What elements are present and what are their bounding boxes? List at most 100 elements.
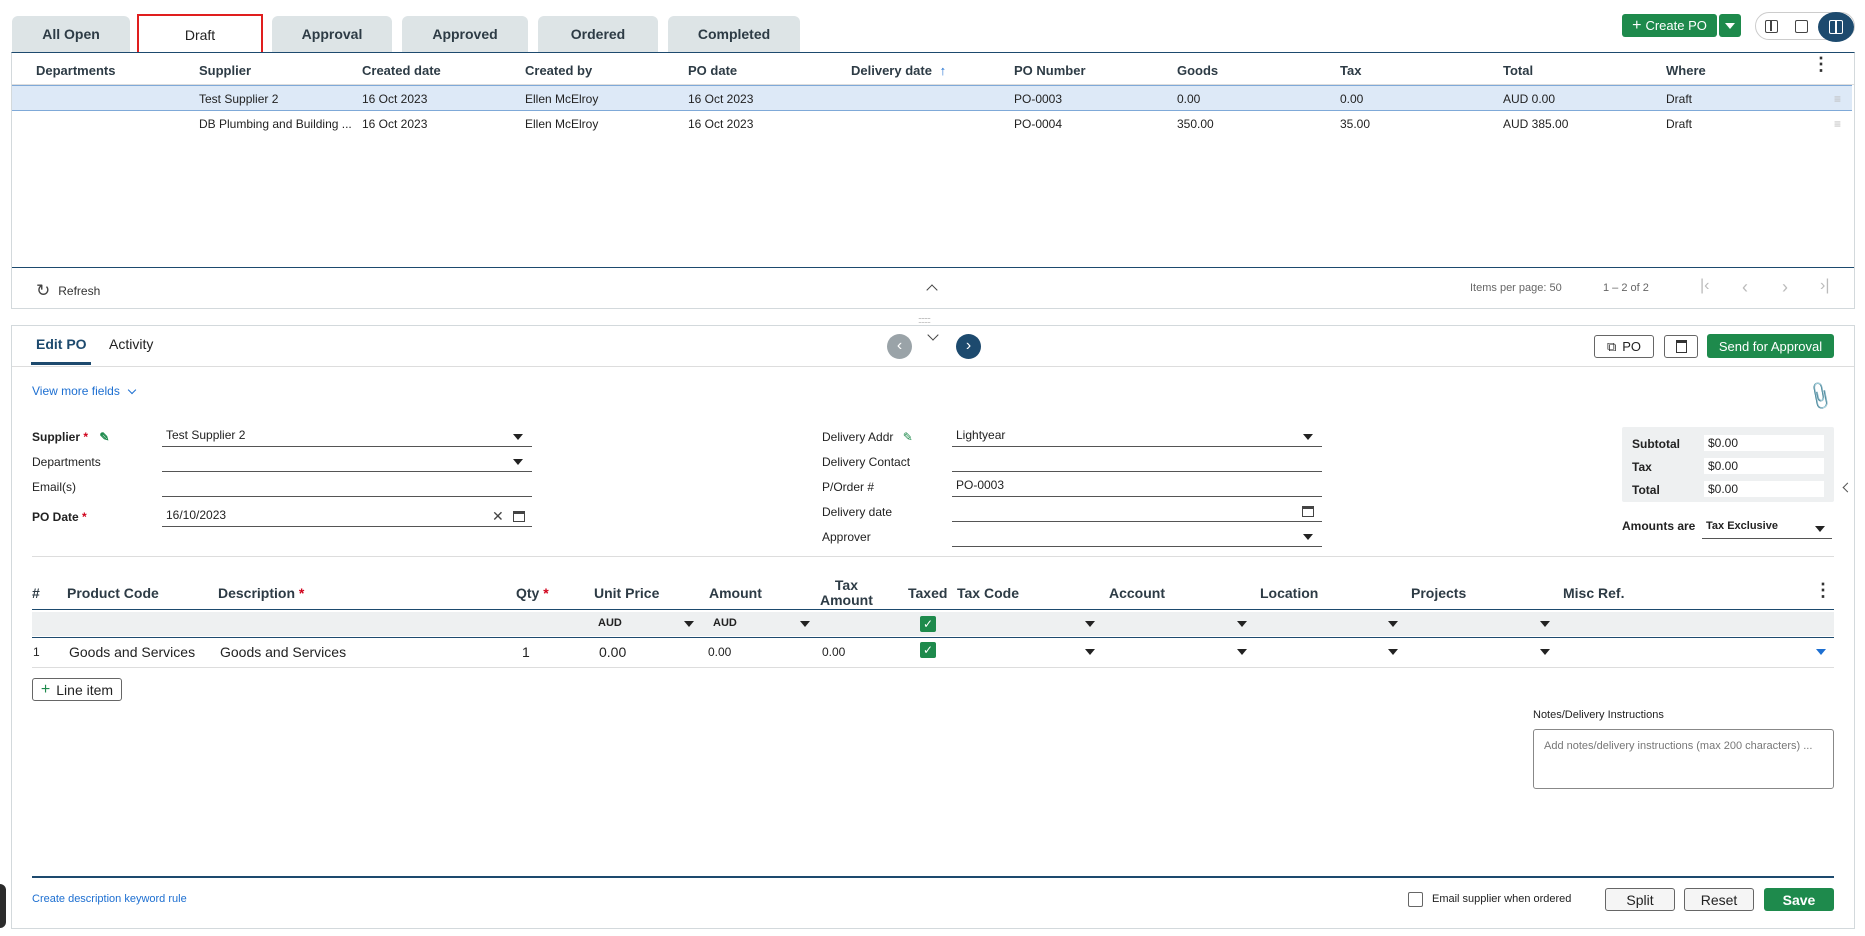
single-layout-icon[interactable] [1795,20,1808,33]
unit-price-currency-caret-icon[interactable] [684,621,694,627]
calendar-icon[interactable] [513,511,525,522]
view-more-fields-link[interactable]: View more fields [32,384,137,398]
col-tax[interactable]: Tax [1340,63,1361,78]
location-filter-caret-icon[interactable] [1388,621,1398,627]
edit-tabs-divider [12,366,1854,367]
supplier-select[interactable]: Test Supplier 2 [162,425,532,447]
col-total[interactable]: Total [1503,63,1533,78]
tab-edit-po[interactable]: Edit PO [36,336,87,352]
create-keyword-rule-link[interactable]: Create description keyword rule [32,893,187,905]
refresh-button[interactable]: ↻ Refresh [36,281,100,301]
line-location-caret-icon[interactable] [1388,649,1398,655]
line-product-input[interactable]: Goods and Services [69,644,195,660]
supplier-caret-icon[interactable] [513,434,523,440]
create-po-button[interactable]: + Create PO [1622,14,1717,37]
next-record-button[interactable]: › [956,334,981,359]
line-col-amount: Amount [709,585,762,601]
copy-po-button[interactable]: ⧉ PO [1594,335,1654,358]
tax-code-filter-caret-icon[interactable] [1085,621,1095,627]
cell-where: Draft [1666,92,1693,106]
add-line-item-button[interactable]: + Line item [32,678,122,701]
projects-filter-caret-icon[interactable] [1540,621,1550,627]
line-unit-price-input[interactable]: 0.00 [599,644,626,660]
delivery-contact-input[interactable] [952,450,1322,472]
table-row[interactable]: DB Plumbing and Building ... 16 Oct 2023… [12,111,1852,137]
split-label: Split [1626,891,1654,908]
col-supplier[interactable]: Supplier [199,63,251,78]
split-layout-icon[interactable] [1765,20,1778,33]
items-per-page-value[interactable]: 50 [1550,282,1562,294]
pencil-icon[interactable]: ✎ [99,430,109,444]
line-taxed-checkbox[interactable]: ✓ [920,642,936,658]
cell-tax: 35.00 [1340,117,1371,131]
floating-widget[interactable] [0,884,6,928]
approver-select[interactable] [952,525,1322,547]
line-account-caret-icon[interactable] [1237,649,1247,655]
tab-activity[interactable]: Activity [109,336,153,352]
split-button[interactable]: Split [1605,888,1675,911]
delivery-date-input[interactable] [952,500,1322,522]
tab-all-open[interactable]: All Open [12,16,130,52]
col-where[interactable]: Where [1666,63,1706,78]
col-goods[interactable]: Goods [1177,63,1218,78]
side-panel-layout-icon[interactable] [1818,12,1854,42]
last-page-icon[interactable]: ›| [1820,277,1829,295]
lines-header-divider [32,609,1834,610]
delivery-addr-caret-icon[interactable] [1303,434,1313,440]
amount-currency-select[interactable]: AUD [713,617,737,629]
delete-button[interactable] [1664,335,1698,358]
col-delivery-date[interactable]: Delivery date ↑ [851,63,946,78]
porder-input[interactable]: PO-0003 [952,475,1322,497]
first-page-icon[interactable]: |‹ [1700,277,1709,295]
prev-record-button[interactable]: ‹ [887,334,912,359]
tab-ordered[interactable]: Ordered [538,16,658,52]
line-projects-caret-icon[interactable] [1540,649,1550,655]
panel-resize-handle[interactable]: :::::::: [918,315,931,325]
amounts-are-select[interactable]: Tax Exclusive [1702,517,1832,539]
amount-currency-caret-icon[interactable] [800,621,810,627]
col-po-date[interactable]: PO date [688,63,737,78]
delivery-addr-select[interactable]: Lightyear [952,425,1322,447]
col-created-date[interactable]: Created date [362,63,441,78]
table-row[interactable]: Test Supplier 2 16 Oct 2023 Ellen McElro… [12,85,1852,111]
cell-po-date: 16 Oct 2023 [688,117,754,131]
tab-completed[interactable]: Completed [668,16,800,52]
prev-page-icon[interactable]: ‹ [1742,277,1748,298]
create-po-dropdown-button[interactable] [1719,14,1741,37]
departments-select[interactable] [162,450,532,472]
account-filter-caret-icon[interactable] [1237,621,1247,627]
po-date-input[interactable]: 16/10/2023 [162,505,532,527]
tab-approved[interactable]: Approved [402,16,528,52]
save-button[interactable]: Save [1764,888,1834,911]
line-description-input[interactable]: Goods and Services [220,644,346,660]
cell-goods: 350.00 [1177,117,1214,131]
amounts-are-caret-icon[interactable] [1815,526,1825,532]
tab-approval[interactable]: Approval [272,16,392,52]
grid-more-vertical-icon[interactable]: ⋮ [1812,55,1830,73]
lines-more-vertical-icon[interactable]: ⋮ [1814,580,1832,601]
line-expand-caret-icon[interactable] [1816,649,1826,655]
drag-handle-icon[interactable]: ≡ [1834,92,1841,106]
taxed-all-checkbox[interactable]: ✓ [920,616,936,632]
reset-button[interactable]: Reset [1684,888,1754,911]
col-po-number[interactable]: PO Number [1014,63,1086,78]
col-departments[interactable]: Departments [36,63,115,78]
emails-input[interactable] [162,475,532,497]
col-created-by[interactable]: Created by [525,63,592,78]
cell-total: AUD 0.00 [1503,92,1556,106]
drag-handle-icon[interactable]: ≡ [1834,117,1841,131]
pencil-icon[interactable]: ✎ [903,430,913,444]
clear-icon[interactable]: ✕ [492,508,504,525]
next-page-icon[interactable]: › [1782,277,1788,298]
calendar-icon[interactable] [1302,506,1314,517]
email-supplier-checkbox[interactable] [1408,892,1423,907]
approver-caret-icon[interactable] [1303,534,1313,540]
line-tax-code-caret-icon[interactable] [1085,649,1095,655]
notes-textarea[interactable]: Add notes/delivery instructions (max 200… [1533,729,1834,789]
send-for-approval-button[interactable]: Send for Approval [1707,334,1834,358]
unit-price-currency-select[interactable]: AUD [598,617,622,629]
tab-draft[interactable]: Draft [137,14,263,56]
line-qty-input[interactable]: 1 [522,644,530,660]
tab-activity-label: Activity [109,336,154,352]
departments-caret-icon[interactable] [513,459,523,465]
